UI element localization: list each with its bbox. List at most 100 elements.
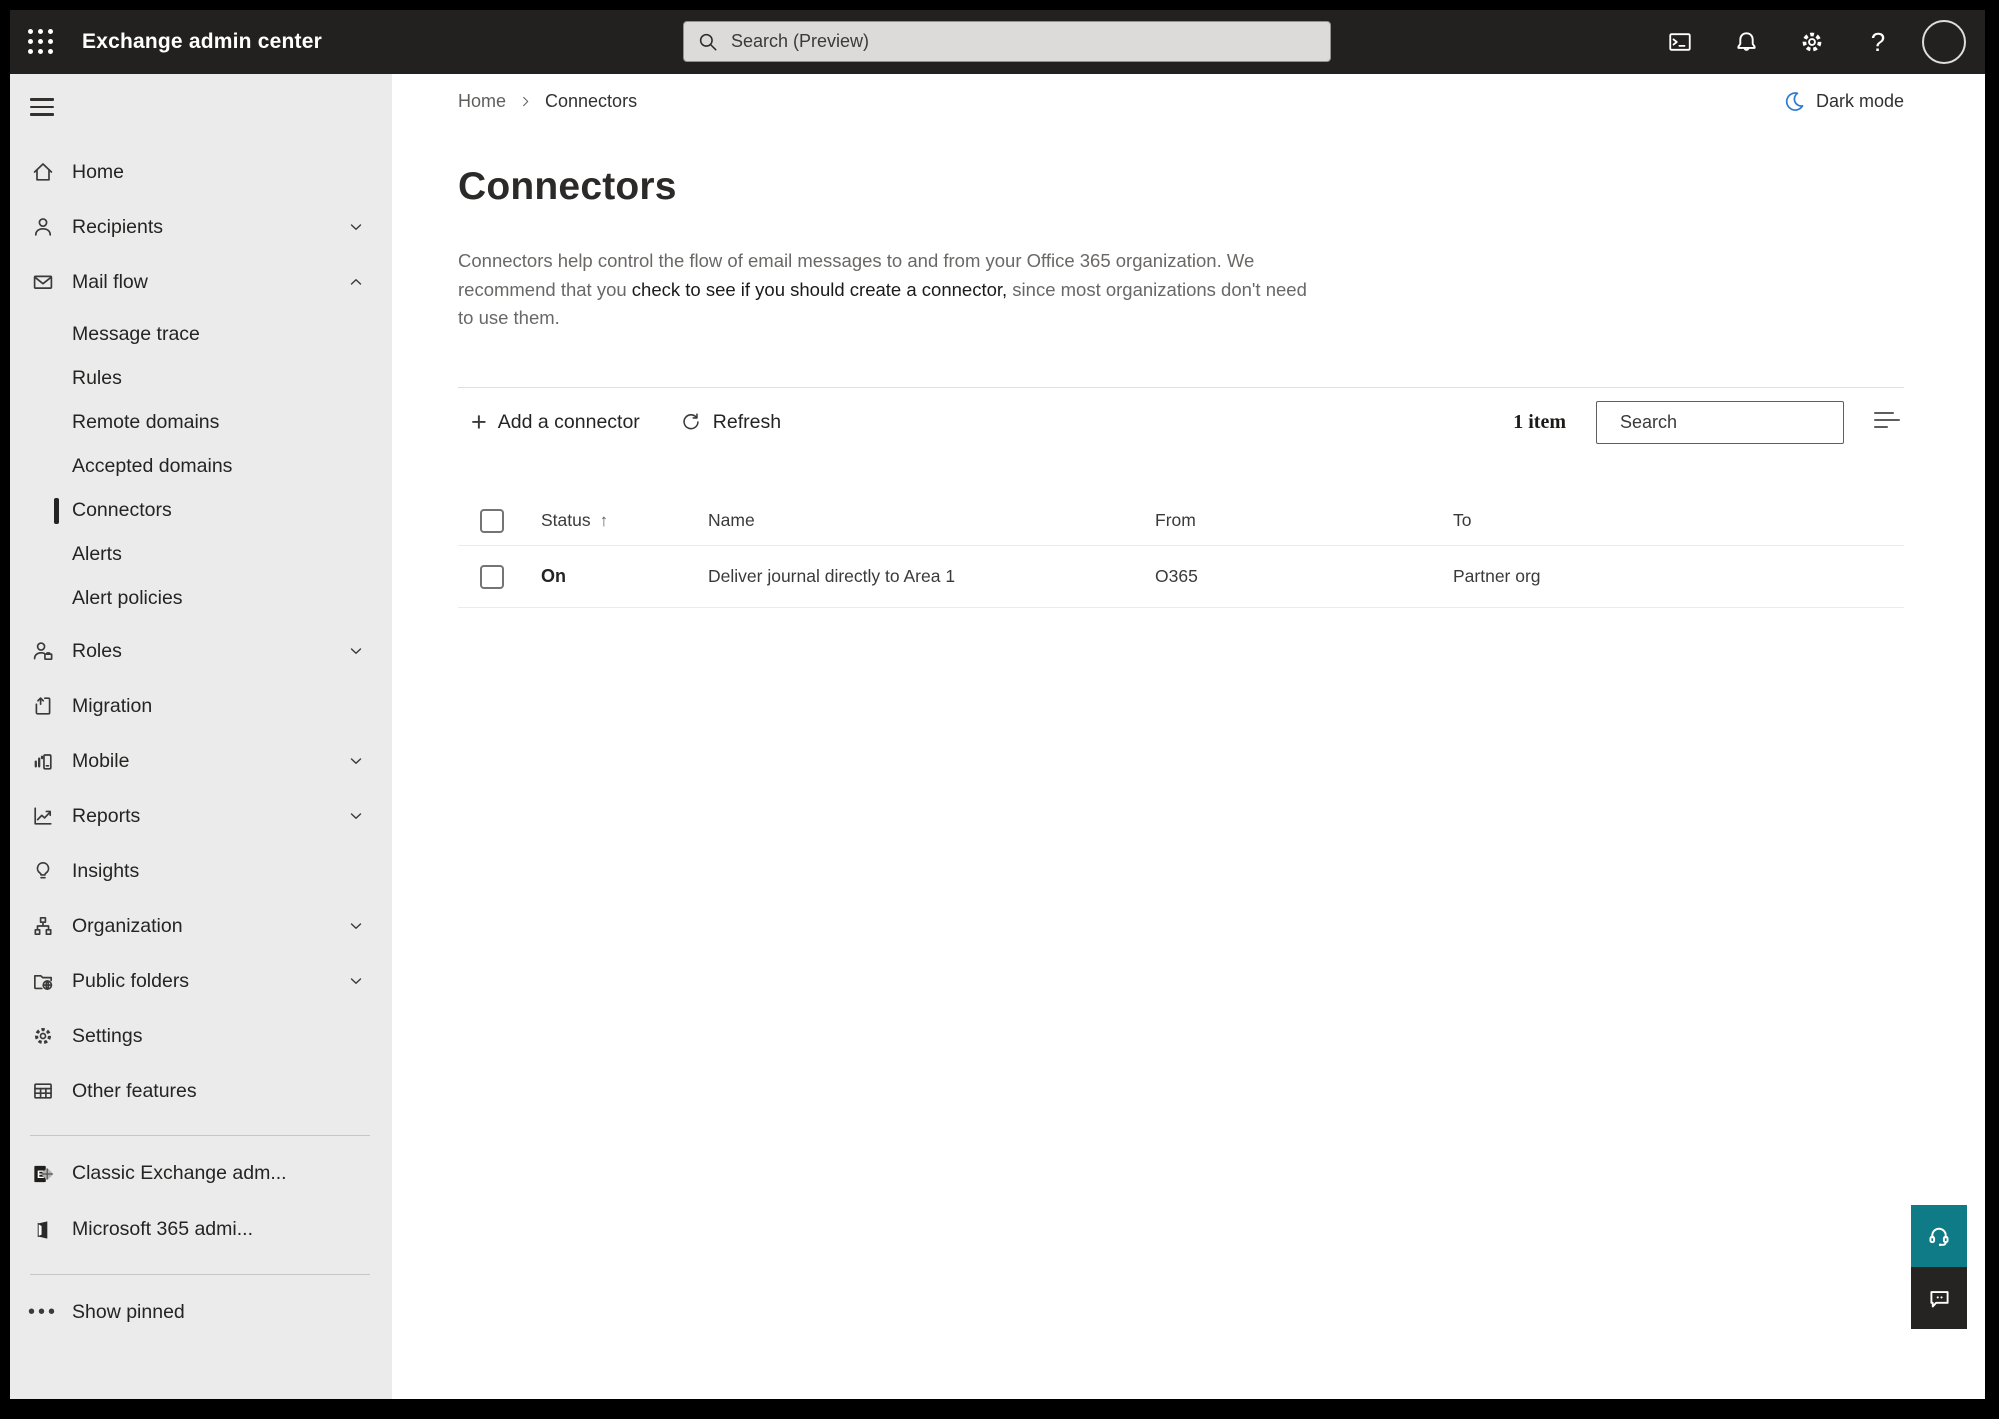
- filter-icon: [1874, 411, 1894, 415]
- row-status: On: [541, 566, 566, 587]
- table-row[interactable]: On Deliver journal directly to Area 1 O3…: [458, 546, 1904, 609]
- floating-action-buttons: [1911, 1205, 1967, 1329]
- filter-button[interactable]: [1870, 408, 1904, 437]
- document-arrow-icon: [30, 693, 56, 719]
- sidebar-item-recipients[interactable]: Recipients: [10, 200, 392, 255]
- mobile-chart-icon: [30, 748, 56, 774]
- person-badge-icon: [30, 638, 56, 664]
- sidebar-item-microsoft-365-admin[interactable]: Microsoft 365 admi...: [10, 1202, 392, 1258]
- line-chart-icon: [30, 803, 56, 829]
- dark-mode-toggle[interactable]: Dark mode: [1783, 90, 1904, 113]
- org-chart-icon: [30, 913, 56, 939]
- headset-icon: [1929, 1227, 1949, 1247]
- sidebar-item-mail-flow[interactable]: Mail flow: [10, 255, 392, 310]
- column-header-from[interactable]: From: [1155, 510, 1453, 531]
- chevron-down-icon: [350, 758, 362, 765]
- account-button[interactable]: [1911, 10, 1977, 74]
- sidebar-item-accepted-domains[interactable]: Accepted domains: [10, 445, 392, 489]
- sidebar-item-remote-domains[interactable]: Remote domains: [10, 401, 392, 445]
- sidebar-item-settings[interactable]: Settings: [10, 1009, 392, 1064]
- breadcrumb: Home Connectors: [458, 91, 637, 112]
- plus-icon: +: [471, 407, 487, 438]
- support-button[interactable]: [1911, 1205, 1967, 1267]
- item-count: 1 item: [1513, 410, 1566, 433]
- search-icon: [699, 33, 717, 50]
- sidebar-item-alerts[interactable]: Alerts: [10, 533, 392, 577]
- breadcrumb-current: Connectors: [545, 91, 638, 111]
- classic-exchange-icon: E: [30, 1161, 56, 1187]
- row-from: O365: [1155, 566, 1198, 587]
- dark-mode-label: Dark mode: [1815, 91, 1904, 111]
- sidebar-item-alert-policies[interactable]: Alert policies: [10, 577, 392, 621]
- page-title: Connectors: [458, 165, 677, 208]
- column-header-to[interactable]: To: [1453, 510, 1904, 531]
- sidebar-item-reports[interactable]: Reports: [10, 789, 392, 844]
- sidebar-item-rules[interactable]: Rules: [10, 357, 392, 401]
- global-search-input[interactable]: [731, 31, 1317, 52]
- list-search-input[interactable]: [1620, 411, 1852, 433]
- sidebar-divider: [30, 1134, 370, 1136]
- select-all-checkbox[interactable]: [480, 508, 504, 533]
- home-icon: [30, 159, 56, 185]
- waffle-icon: [28, 29, 54, 55]
- mail-flow-sublist: Message trace Rules Remote domains Accep…: [10, 310, 392, 624]
- bell-icon: [1736, 31, 1756, 51]
- list-toolbar-section: + Add a connector Refresh 1 item: [458, 387, 1904, 456]
- gear-icon: [30, 1023, 56, 1049]
- connectors-table: Status ↑ Name From To On Deliver journal…: [458, 496, 1904, 609]
- folder-globe-icon: [30, 968, 56, 994]
- sidebar-item-home[interactable]: Home: [10, 145, 392, 200]
- sidebar-item-other-features[interactable]: Other features: [10, 1064, 392, 1119]
- sidebar-item-connectors[interactable]: Connectors: [10, 489, 392, 533]
- column-header-name[interactable]: Name: [708, 510, 1155, 531]
- breadcrumb-home-link[interactable]: Home: [458, 91, 506, 112]
- left-nav: Home Recipients Mail flow Message trace …: [10, 74, 392, 1399]
- lightbulb-icon: [30, 858, 56, 884]
- chevron-down-icon: [350, 978, 362, 985]
- sidebar-item-roles[interactable]: Roles: [10, 624, 392, 679]
- microsoft-365-icon: [30, 1217, 56, 1243]
- sidebar-item-message-trace[interactable]: Message trace: [10, 313, 392, 357]
- chevron-down-icon: [350, 923, 362, 930]
- refresh-button[interactable]: Refresh: [680, 411, 781, 434]
- table-icon: [30, 1078, 56, 1104]
- check-connector-link[interactable]: check to see if you should create a conn…: [632, 279, 1007, 300]
- sidebar-item-classic-exchange[interactable]: E Classic Exchange adm...: [10, 1146, 392, 1202]
- nav-list: Home Recipients Mail flow Message trace …: [10, 145, 392, 1341]
- sidebar-item-insights[interactable]: Insights: [10, 844, 392, 899]
- add-connector-button[interactable]: + Add a connector: [471, 407, 640, 438]
- sidebar-divider: [30, 1273, 370, 1275]
- person-icon: [30, 214, 56, 240]
- settings-button[interactable]: [1779, 10, 1845, 74]
- chevron-down-icon: [350, 813, 362, 820]
- gear-icon: [1802, 32, 1822, 52]
- global-search-box: [683, 21, 1331, 62]
- powershell-button[interactable]: [1647, 10, 1713, 74]
- page-description: Connectors help control the flow of emai…: [458, 250, 1307, 329]
- app-title: Exchange admin center: [82, 30, 322, 53]
- notifications-button[interactable]: [1713, 10, 1779, 74]
- sort-ascending-icon: ↑: [599, 510, 609, 530]
- show-pinned-button[interactable]: ••• Show pinned: [10, 1285, 392, 1341]
- row-checkbox[interactable]: [480, 564, 504, 589]
- sidebar-item-migration[interactable]: Migration: [10, 679, 392, 734]
- app-launcher-button[interactable]: [10, 10, 72, 74]
- exchange-admin-center-window: Exchange admin center Search (Preview) ?…: [0, 0, 1999, 1419]
- sidebar-item-mobile[interactable]: Mobile: [10, 734, 392, 789]
- help-button[interactable]: ?: [1845, 10, 1911, 74]
- toolbar-right: 1 item: [1513, 400, 1904, 444]
- feedback-button[interactable]: [1911, 1267, 1967, 1329]
- feedback-chat-icon: [1929, 1290, 1949, 1307]
- list-search-box: [1596, 400, 1852, 444]
- column-header-status[interactable]: Status: [541, 510, 591, 531]
- table-header-row: Status ↑ Name From To: [458, 496, 1904, 547]
- main-panel: Home Connectors Dark mode Connectors Con…: [392, 74, 1985, 1399]
- ellipsis-icon: •••: [28, 1301, 59, 1323]
- terminal-icon: [1669, 33, 1691, 51]
- sidebar-item-public-folders[interactable]: Public folders: [10, 954, 392, 1009]
- avatar: [1922, 20, 1966, 64]
- chevron-right-icon: [523, 96, 529, 107]
- collapse-nav-button[interactable]: [10, 74, 392, 131]
- list-toolbar: + Add a connector Refresh 1 item: [458, 388, 1904, 456]
- sidebar-item-organization[interactable]: Organization: [10, 899, 392, 954]
